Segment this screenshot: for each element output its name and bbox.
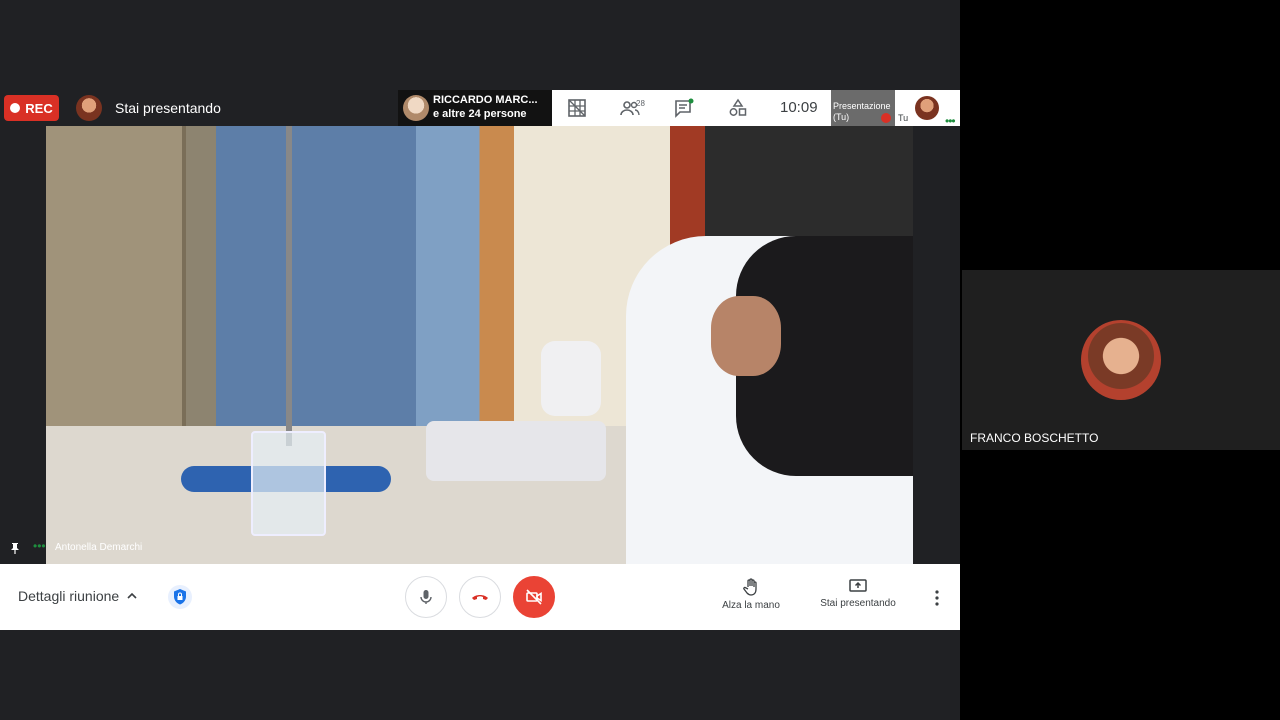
- speaker-name: Antonella Demarchi: [55, 542, 143, 553]
- mic-off-icon: [881, 113, 891, 123]
- participant-tile[interactable]: FRANCO BOSCHETTO: [962, 270, 1280, 450]
- audio-level-icon: •••: [33, 539, 46, 553]
- chat-icon[interactable]: [674, 98, 694, 118]
- presenter-others: e altre 24 persone: [433, 108, 527, 120]
- rec-label: REC: [25, 100, 53, 116]
- self-thumb-avatar: [915, 96, 939, 120]
- self-presentation-thumbnail[interactable]: Presentazione (Tu): [831, 90, 895, 126]
- presenter-chip[interactable]: RICCARDO MARC... e altre 24 persone: [398, 90, 552, 126]
- grid-layout-icon[interactable]: [567, 98, 587, 118]
- meeting-clock: 10:09: [780, 99, 818, 116]
- end-call-button[interactable]: [459, 576, 501, 618]
- participant-name: FRANCO BOSCHETTO: [970, 431, 1099, 445]
- microphone-button[interactable]: [405, 576, 447, 618]
- video-beaker: [251, 431, 326, 536]
- speaking-indicator-icon: •••: [945, 114, 956, 128]
- video-bottle: [541, 341, 601, 416]
- self-avatar: [76, 95, 102, 121]
- main-video-feed: [46, 126, 913, 564]
- meeting-details-button[interactable]: Dettagli riunione: [18, 588, 119, 604]
- participant-avatar: [1081, 320, 1161, 400]
- chevron-up-icon[interactable]: [126, 590, 138, 602]
- presenter-avatar: [403, 95, 429, 121]
- video-stand: [286, 126, 292, 446]
- video-shelf: [46, 126, 186, 426]
- present-screen-icon: [849, 579, 867, 592]
- hand-icon: [743, 578, 757, 596]
- record-icon: [10, 103, 21, 113]
- video-scale: [426, 421, 606, 481]
- video-person-face: [711, 296, 781, 376]
- presenter-name: RICCARDO MARC...: [433, 94, 538, 106]
- raise-hand-button[interactable]: Alza la mano: [706, 578, 796, 611]
- self-label: Tu: [898, 113, 909, 123]
- microphone-icon: [420, 590, 432, 604]
- recording-indicator: REC: [4, 95, 59, 121]
- present-label: Stai presentando: [820, 598, 896, 609]
- activities-icon[interactable]: [728, 98, 748, 118]
- presenting-status: Stai presentando: [115, 100, 221, 116]
- meeting-toolbar: 28 10:09 Presentazione (Tu) Tu •••: [552, 90, 960, 128]
- camera-off-icon: [526, 589, 542, 605]
- pin-icon[interactable]: [9, 542, 21, 554]
- self-thumb-subtitle: (Tu): [833, 112, 850, 122]
- participants-count: 28: [636, 99, 645, 108]
- self-thumb-title: Presentazione: [833, 101, 891, 111]
- security-shield-icon[interactable]: [168, 584, 192, 610]
- bottom-bar: Dettagli riunione Alza la mano Stai pres…: [0, 564, 960, 630]
- raise-hand-label: Alza la mano: [722, 600, 780, 611]
- top-bar: REC Stai presentando RICCARDO MARC... e …: [0, 90, 960, 128]
- speaker-label: ••• Antonella Demarchi: [0, 538, 300, 558]
- present-button[interactable]: Stai presentando: [813, 578, 903, 609]
- camera-off-button[interactable]: [513, 576, 555, 618]
- more-options-icon[interactable]: [931, 588, 943, 608]
- hang-up-icon: [472, 595, 488, 600]
- video-panel: [216, 126, 416, 456]
